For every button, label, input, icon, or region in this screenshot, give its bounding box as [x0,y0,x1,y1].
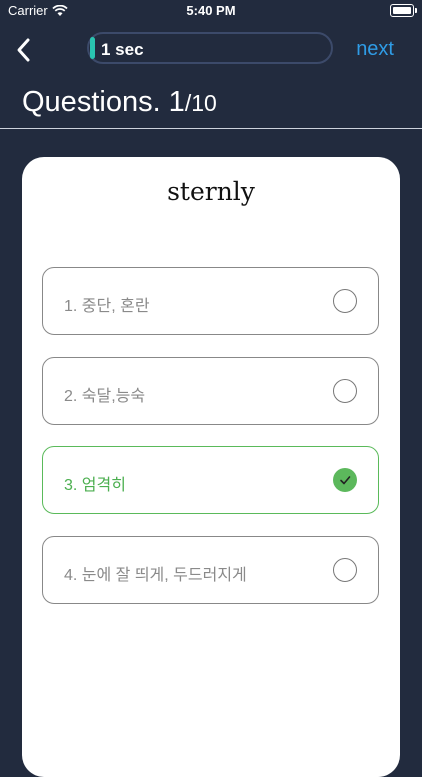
answer-option-label: 1. 중단, 혼란 [64,298,150,315]
question-card: sternly 1. 중단, 혼란 2. 숙달,능숙 3. 엄격히 4. 눈에 … [22,157,400,777]
answer-option-label: 2. 숙달,능숙 [64,388,146,405]
checkmark-icon [333,468,357,492]
question-counter: Questions. 1 [22,86,185,118]
radio-unchecked-icon [333,289,357,313]
radio-unchecked-icon [333,379,357,403]
back-button[interactable] [12,36,38,64]
answer-option-2[interactable]: 2. 숙달,능숙 [42,357,379,425]
battery-icon [390,4,417,17]
header-divider [0,128,422,129]
radio-unchecked-icon [333,558,357,582]
timer-progress-fill [90,37,95,59]
answer-option-label: 4. 눈에 잘 띄게, 두드러지게 [64,567,247,584]
status-bar: Carrier 5:40 PM [0,0,422,24]
next-button[interactable]: next [356,38,394,61]
timer-progress-bar: 1 sec [87,32,333,64]
question-word: sternly [167,177,255,206]
answer-option-label: 3. 엄격히 [64,477,126,494]
chevron-left-icon [17,38,30,62]
answer-option-4[interactable]: 4. 눈에 잘 띄게, 두드러지게 [42,536,379,604]
clock: 5:40 PM [186,3,236,18]
answer-option-3[interactable]: 3. 엄격히 [42,446,379,514]
question-total: /10 [184,90,217,116]
page-title: Questions. 1/10 [22,86,217,119]
answer-option-1[interactable]: 1. 중단, 혼란 [42,267,379,335]
timer-label: 1 sec [101,40,144,59]
